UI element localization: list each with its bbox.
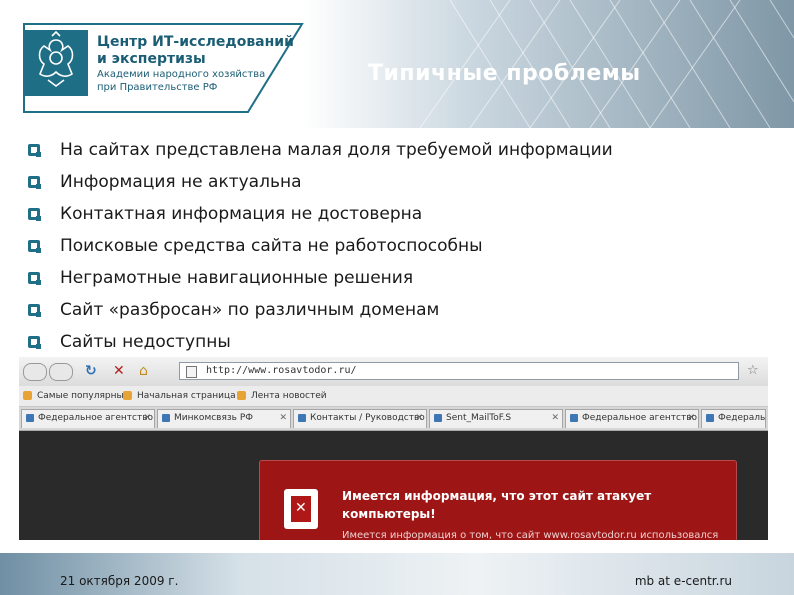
list-item: Контактная информация не достоверна [28,198,613,230]
bookmark-item[interactable]: Начальная страница [123,389,236,403]
logo-line-2: и экспертизы [97,51,206,67]
browser-toolbar: ↻ ✕ ⌂ http://www.rosavtodor.ru/ ☆ [19,357,768,387]
problem-list: На сайтах представлена малая доля требуе… [28,134,613,358]
bookmark-item[interactable]: Лента новостей [237,389,327,403]
close-icon[interactable]: ✕ [279,410,287,427]
tab-label: Федеральное агентство ... [718,413,766,423]
reload-icon[interactable]: ↻ [85,363,97,379]
home-icon[interactable]: ⌂ [139,363,148,379]
list-item: Информация не актуальна [28,166,613,198]
list-item-text: Сайт «разбросан» по различным доменам [60,300,440,320]
close-icon[interactable]: ✕ [551,410,559,427]
list-item: На сайтах представлена малая доля требуе… [28,134,613,166]
logo-line-3: Академии народного хозяйства [97,69,266,80]
list-item-text: Неграмотные навигационные решения [60,268,414,288]
logo-line-4: при Правительстве РФ [97,82,218,93]
list-item-text: Поисковые средства сайта не работоспособ… [60,236,483,256]
browser-tab[interactable]: Федеральное агентство ... [701,409,766,428]
list-item: Поисковые средства сайта не работоспособ… [28,230,613,262]
tab-label: Контакты / Руководство ... [310,413,427,423]
list-item: Сайты недоступны [28,326,613,358]
close-icon[interactable]: ✕ [687,410,695,427]
close-icon[interactable]: ✕ [415,410,423,427]
tab-label: Минкомсвязь РФ [174,413,254,423]
close-icon[interactable]: ✕ [143,410,151,427]
tab-label: Федеральное агентство ... [582,413,699,423]
malware-warning: Имеется информация, что этот сайт атакуе… [259,460,737,540]
list-item-text: Контактная информация не достоверна [60,204,423,224]
tab-bar: Федеральное агентство ... ✕ Минкомсвязь … [19,407,768,431]
tab-label: Sent_MailToF.S [446,413,512,423]
address-url: http://www.rosavtodor.ru/ [206,365,357,376]
warning-title: Имеется информация, что этот сайт атакуе… [342,489,652,521]
bookmarks-bar: Самые популярные Начальная страница Лент… [19,386,768,407]
emblem-icon [24,30,88,96]
checkbox-bullet-icon [28,304,41,317]
browser-tab[interactable]: Федеральное агентство ... ✕ [21,409,155,428]
checkbox-bullet-icon [28,272,41,285]
list-item-text: Информация не актуальна [60,172,302,192]
back-button[interactable] [23,363,47,381]
logo-text: Центр ИТ-исследований и экспертизы Акаде… [97,34,294,94]
browser-tab[interactable]: Минкомсвязь РФ ✕ [157,409,291,428]
checkbox-bullet-icon [28,336,41,349]
checkbox-bullet-icon [28,240,41,253]
warning-subtitle: Имеется информация о том, что сайт www.r… [342,530,719,540]
forward-button[interactable] [49,363,73,381]
footer-date: 21 октября 2009 г. [60,574,179,588]
logo-line-1: Центр ИТ-исследований [97,34,294,50]
slide-header: Центр ИТ-исследований и экспертизы Акаде… [0,0,794,128]
page-icon [186,366,197,378]
stop-icon[interactable]: ✕ [113,363,125,379]
list-item-text: Сайты недоступны [60,332,231,352]
checkbox-bullet-icon [28,144,41,157]
browser-screenshot: ↻ ✕ ⌂ http://www.rosavtodor.ru/ ☆ Самые … [19,357,768,540]
star-icon[interactable]: ☆ [747,363,759,378]
checkbox-bullet-icon [28,208,41,221]
warning-icon [284,489,318,529]
bookmark-item[interactable]: Самые популярные [23,389,129,403]
list-item: Сайт «разбросан» по различным доменам [28,294,613,326]
footer-author: mb at e-centr.ru [634,574,732,588]
list-item-text: На сайтах представлена малая доля требуе… [60,140,613,160]
address-bar[interactable]: http://www.rosavtodor.ru/ [179,362,739,380]
list-item: Неграмотные навигационные решения [28,262,613,294]
slide-footer: 21 октября 2009 г. mb at e-centr.ru [0,553,794,595]
browser-tab[interactable]: Контакты / Руководство ... ✕ [293,409,427,428]
checkbox-bullet-icon [28,176,41,189]
browser-tab[interactable]: Федеральное агентство ... ✕ [565,409,699,428]
browser-tab[interactable]: Sent_MailToF.S ✕ [429,409,563,428]
tab-label: Федеральное агентство ... [38,413,155,423]
slide-title: Типичные проблемы [368,61,641,86]
